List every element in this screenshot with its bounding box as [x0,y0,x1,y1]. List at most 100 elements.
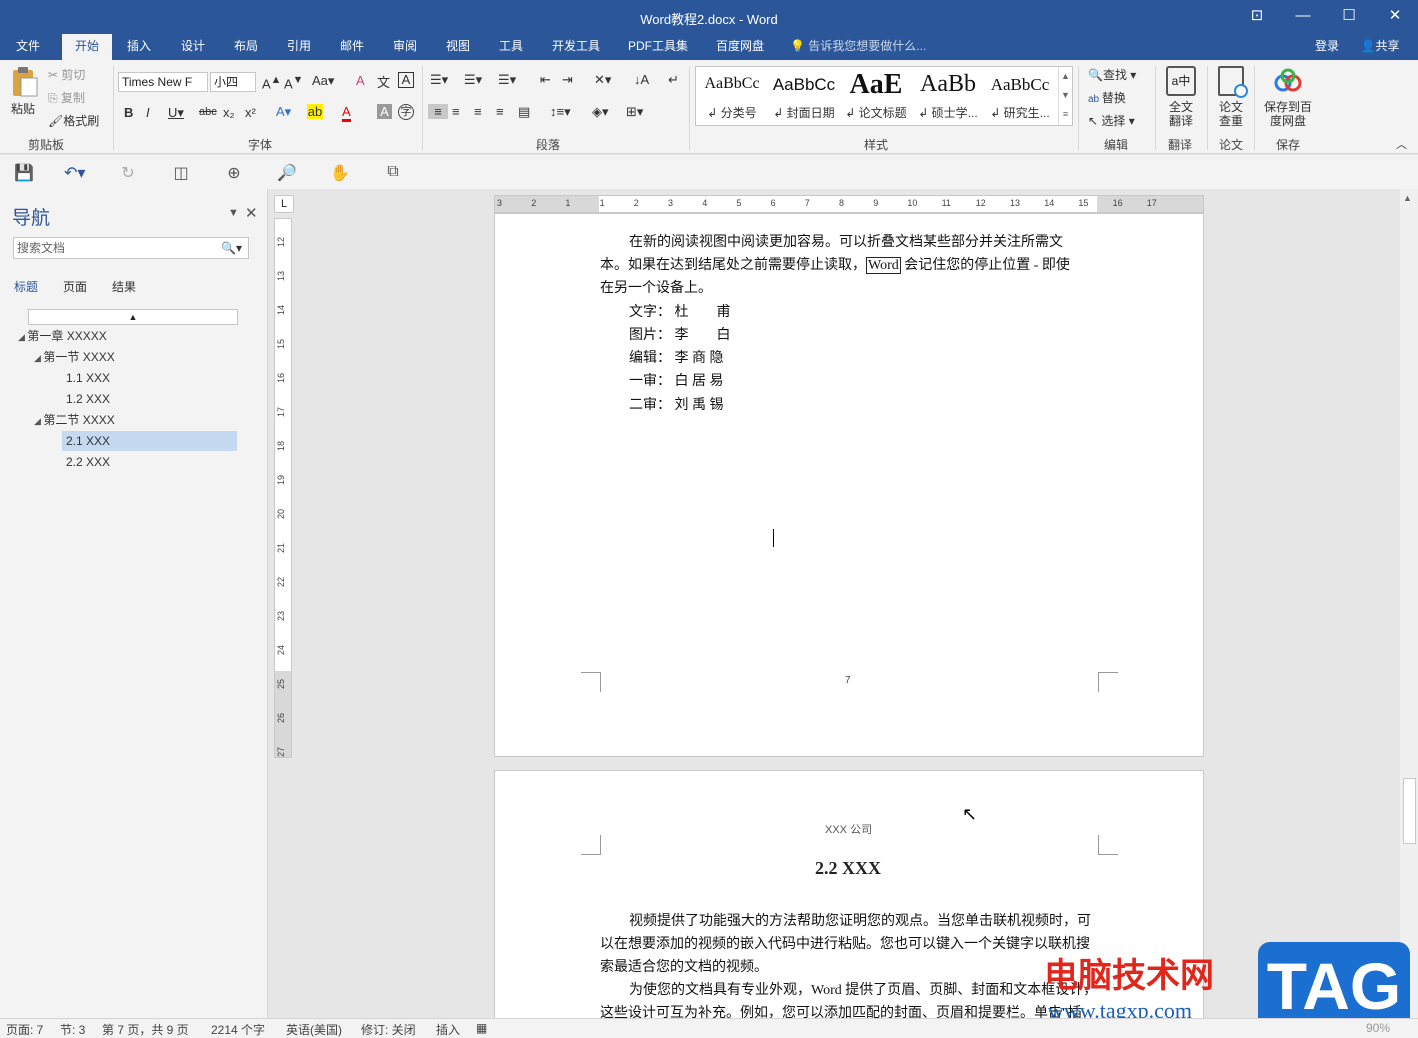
strikethrough-icon[interactable]: abc [199,106,217,118]
status-track-changes[interactable]: 修订: 关闭 [361,1021,416,1038]
justify-icon[interactable]: ≡ [496,104,504,119]
style-cover-date[interactable]: AaBbCc ↲ 封面日期 [768,67,840,125]
increase-indent-icon[interactable]: ⇥ [562,72,573,88]
tab-view[interactable]: 视图 [435,34,481,60]
full-translate-button[interactable]: 全文翻译 [1168,100,1194,128]
vertical-scrollbar[interactable]: ▲ [1400,189,1418,1018]
character-border-icon[interactable]: A [398,72,414,88]
change-case-button[interactable]: Aa▾ [312,73,334,89]
chinese-layout-icon[interactable]: ✕▾ [594,72,611,88]
paste-label[interactable]: 粘贴 [11,100,35,117]
touch-mode-icon[interactable]: ✋ [330,163,350,183]
superscript-icon[interactable]: x² [245,105,256,120]
subscript-icon[interactable]: x₂ [223,105,235,120]
tell-me-box[interactable]: 💡 告诉我您想要做什么... [790,34,940,60]
highlight-icon[interactable]: ab [307,104,323,119]
save-to-baidu-button[interactable]: 保存到百度网盘 [1262,100,1314,128]
character-shading-icon[interactable]: A [377,104,392,119]
paper-check-button[interactable]: 论文查重 [1218,100,1244,128]
tab-stop-selector[interactable]: L [274,195,294,213]
redo-icon[interactable]: ↻ [118,163,138,183]
collapse-ribbon-icon[interactable]: ︿ [1396,136,1407,152]
macro-record-icon[interactable]: ▦ [476,1021,487,1035]
nav-tab-headings[interactable]: 标题 [14,278,38,295]
scrollbar-thumb[interactable] [1403,778,1416,844]
nav-heading-item[interactable]: ◢ 第一章 XXXXX [18,326,107,346]
tab-mailings[interactable]: 邮件 [329,34,375,60]
chevron-down-icon[interactable]: ▼ [228,207,239,219]
tab-tools[interactable]: 工具 [488,34,534,60]
copy-button[interactable]: ⎘ 复制 [48,89,85,106]
multilevel-list-icon[interactable]: ☰▾ [498,72,516,88]
text-effects-icon[interactable]: A▾ [276,104,291,120]
minimize-button[interactable]: — [1280,0,1326,34]
search-icon[interactable]: 🔍▾ [221,238,242,258]
nav-tab-pages[interactable]: 页面 [63,278,87,295]
font-color-icon[interactable]: A [342,104,351,122]
decrease-indent-icon[interactable]: ⇤ [540,72,551,88]
scroll-up-icon[interactable]: ▲ [1403,193,1412,203]
read-mode-icon[interactable]: ◫ [171,163,191,183]
paste-button[interactable] [8,66,40,102]
style-graduate[interactable]: AaBbCc ↲ 研究生... [984,67,1056,125]
format-painter-button[interactable]: 🖌格式刷 [48,112,99,129]
font-size-select[interactable]: 小四 [210,72,256,92]
nav-heading-item[interactable]: ◢ 第一节 XXXX [34,347,115,367]
align-right-icon[interactable]: ≡ [474,104,482,119]
bold-icon[interactable]: B [124,105,133,120]
undo-icon[interactable]: ↶▾ [64,163,85,183]
share-button[interactable]: 👤共享 [1350,34,1410,60]
save-icon[interactable]: 💾 [14,163,34,183]
tab-home[interactable]: 开始 [62,34,112,60]
distributed-icon[interactable]: ▤ [518,104,530,120]
nav-heading-item[interactable]: 2.2 XXX [62,452,110,472]
expand-arrow-icon[interactable]: ◢ [18,332,27,342]
nav-heading-item-selected[interactable]: 2.1 XXX [62,431,237,451]
tab-design[interactable]: 设计 [170,34,216,60]
bullets-icon[interactable]: ☰▾ [430,72,448,88]
status-language[interactable]: 英语(美国) [286,1021,342,1038]
enclose-character-icon[interactable]: 字 [398,104,414,120]
shrink-font-icon[interactable]: A▼ [284,74,303,91]
show-marks-icon[interactable]: ↵ [668,72,679,88]
style-thesis-title[interactable]: AaE ↲ 论文标题 [840,67,912,125]
status-word-count[interactable]: 2214 个字 [211,1021,265,1038]
clear-format-icon[interactable]: A [356,73,365,88]
replace-button[interactable]: ab 替换 [1088,89,1126,106]
tab-file[interactable]: 文件 [4,34,52,60]
tab-layout[interactable]: 布局 [223,34,269,60]
print-preview-icon[interactable]: 🔎 [277,163,297,183]
zoom-level[interactable]: 90% [1366,1021,1390,1035]
vertical-ruler[interactable]: 12 13 14 15 16 17 18 19 20 21 22 23 24 25 26 27 [274,218,292,758]
italic-icon[interactable]: I [146,105,150,120]
select-button[interactable]: ↖ 选择 ▾ [1088,112,1135,129]
nav-heading-item[interactable]: 1.1 XXX [62,368,110,388]
nav-tab-results[interactable]: 结果 [112,278,136,295]
maximize-button[interactable]: ☐ [1326,0,1372,34]
nav-heading-item[interactable]: ◢ 第二节 XXXX [34,410,115,430]
status-insert-mode[interactable]: 插入 [436,1021,460,1038]
document-page[interactable]: 在新的阅读视图中阅读更加容易。可以折叠文档某些部分并关注所需文 本。如果在达到结… [494,213,1204,757]
collapse-all-icon[interactable]: ▲ [28,309,238,325]
tab-insert[interactable]: 插入 [116,34,162,60]
tab-developer[interactable]: 开发工具 [544,34,608,60]
align-center-icon[interactable]: ≡ [452,104,460,119]
numbering-icon[interactable]: ☰▾ [464,72,482,88]
web-layout-icon[interactable]: ⊕ [224,163,244,183]
status-page-count[interactable]: 第 7 页，共 9 页 [102,1021,189,1038]
login-link[interactable]: 登录 [1308,34,1346,60]
nav-search-input[interactable]: 搜索文档 🔍▾ [13,237,249,259]
status-page[interactable]: 页面: 7 [6,1021,43,1038]
close-icon[interactable]: ✕ [245,204,258,222]
underline-icon[interactable]: U▾ [168,105,184,121]
phonetic-guide-icon[interactable]: 文 [377,72,390,91]
horizontal-ruler[interactable]: 3 2 1 1 2 3 4 5 6 7 8 9 10 11 12 13 14 15 16 17 [494,195,1204,213]
tab-references[interactable]: 引用 [276,34,322,60]
expand-arrow-icon[interactable]: ◢ [34,353,43,363]
tab-review[interactable]: 审阅 [382,34,428,60]
grow-font-icon[interactable]: A▲ [262,74,281,91]
style-classification[interactable]: AaBbCc ↲ 分类号 [696,67,768,125]
find-button[interactable]: 🔍查找 ▾ [1088,66,1136,83]
align-left-icon[interactable]: ≡ [428,104,448,119]
borders-icon[interactable]: ⊞▾ [626,104,643,120]
